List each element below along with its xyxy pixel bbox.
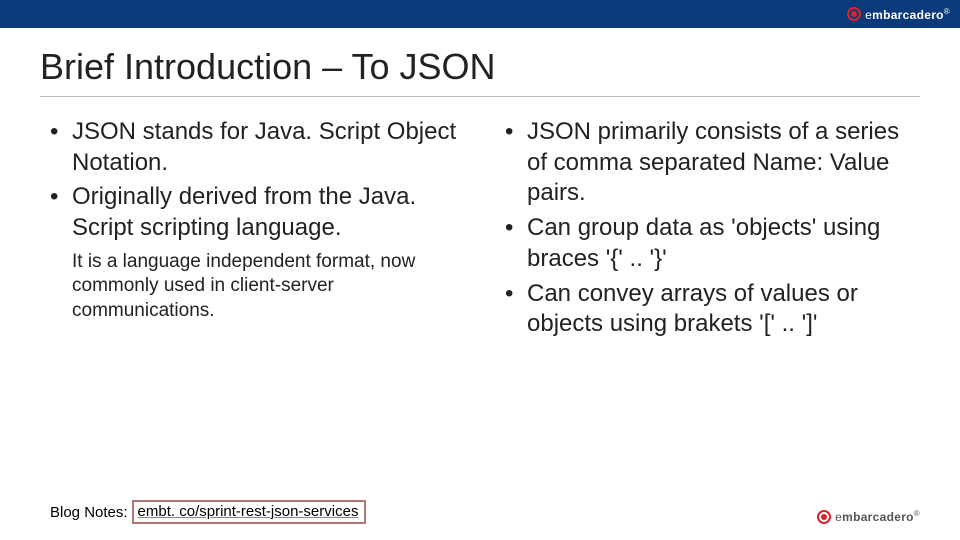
brand-text: embarcadero® xyxy=(835,509,920,524)
brand-logo-footer: embarcadero® xyxy=(817,509,920,524)
slide-title: Brief Introduction – To JSON xyxy=(0,28,960,96)
blog-notes: Blog Notes: embt. co/sprint-rest-json-se… xyxy=(50,500,366,524)
left-column: JSON stands for Java. Script Object Nota… xyxy=(40,117,465,344)
blog-notes-link[interactable]: embt. co/sprint-rest-json-services xyxy=(132,500,367,524)
brand-logo-top: embarcadero® xyxy=(847,7,950,22)
right-bullet-1: JSON primarily consists of a series of c… xyxy=(495,117,920,209)
left-bullet-1: JSON stands for Java. Script Object Nota… xyxy=(40,117,465,178)
brand-reg: ® xyxy=(944,7,950,16)
right-bullet-3: Can convey arrays of values or objects u… xyxy=(495,279,920,340)
left-bullet-2: Originally derived from the Java. Script… xyxy=(40,182,465,243)
brand-bold: mbarcadero xyxy=(842,510,914,524)
brand-bold: mbarcadero xyxy=(872,8,944,22)
content-columns: JSON stands for Java. Script Object Nota… xyxy=(0,117,960,344)
brand-icon xyxy=(847,7,861,21)
right-column: JSON primarily consists of a series of c… xyxy=(495,117,920,344)
right-bullet-2: Can group data as 'objects' using braces… xyxy=(495,213,920,274)
title-underline xyxy=(40,96,920,97)
footer: Blog Notes: embt. co/sprint-rest-json-se… xyxy=(50,500,920,524)
left-subnote: It is a language independent format, now… xyxy=(40,250,465,323)
blog-notes-label: Blog Notes: xyxy=(50,504,128,521)
brand-icon xyxy=(817,510,831,524)
brand-text: embarcadero® xyxy=(865,7,950,22)
header-bar: embarcadero® xyxy=(0,0,960,28)
brand-reg: ® xyxy=(914,509,920,518)
